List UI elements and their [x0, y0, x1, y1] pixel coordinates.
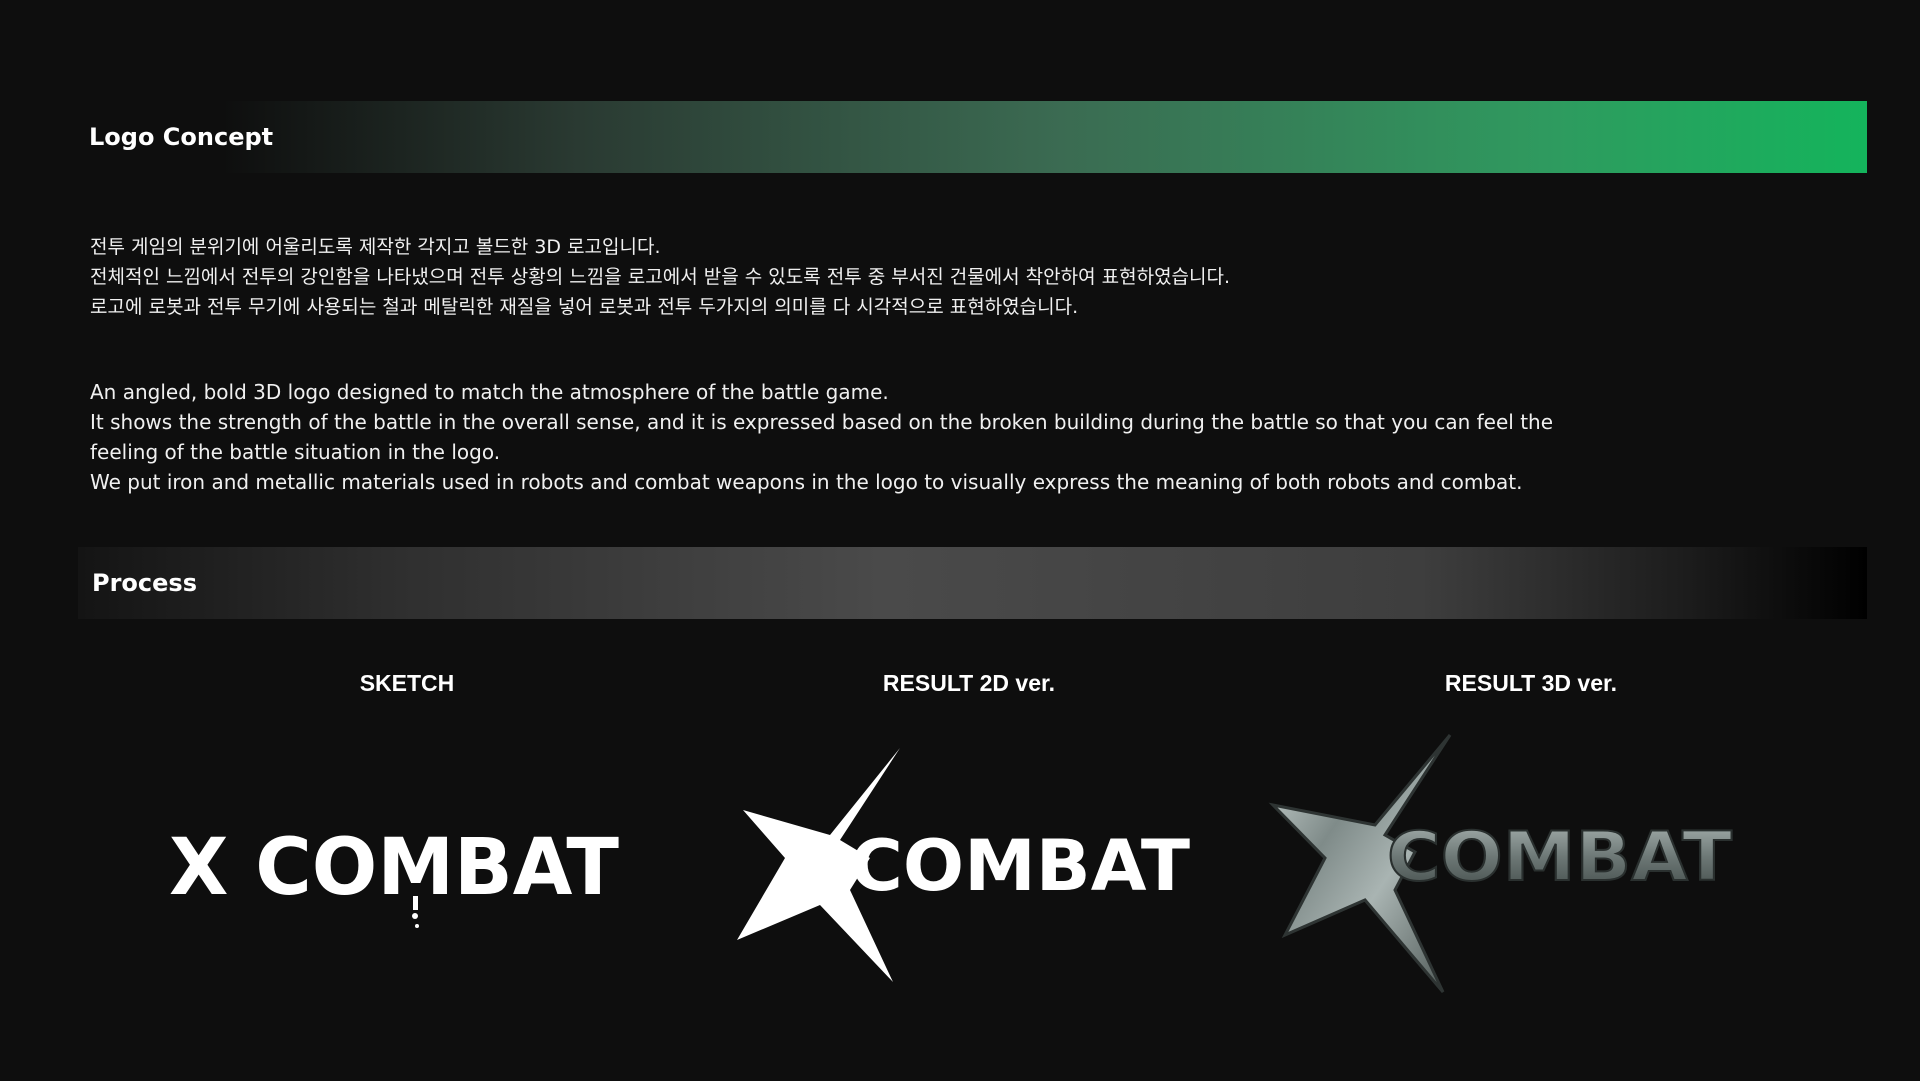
result-3d-logo-word: COMBAT — [1387, 818, 1733, 897]
result-3d-logo-svg: COMBAT — [1268, 734, 1734, 993]
result-3d-logo-image: COMBAT — [1265, 730, 1745, 1000]
result-2d-logo-word: COMBAT — [850, 825, 1190, 907]
english-line: It shows the strength of the battle in t… — [90, 410, 1554, 434]
result-3d-column: RESULT 3D ver. — [1271, 670, 1791, 697]
drip-mark — [413, 896, 418, 910]
sketch-label: SKETCH — [359, 670, 455, 696]
english-line: feeling of the battle situation in the l… — [90, 440, 501, 464]
drip-mark — [415, 924, 419, 928]
sketch-logo-image: X COMBAT — [165, 810, 625, 940]
sketch-logo-svg: X COMBAT — [169, 823, 619, 928]
result-2d-label: RESULT 2D ver. — [882, 670, 1056, 696]
korean-line: 전투 게임의 분위기에 어울리도록 제작한 각지고 볼드한 3D 로고입니다. — [90, 236, 661, 258]
english-line: An angled, bold 3D logo designed to matc… — [90, 380, 889, 404]
sketch-column: SKETCH — [147, 670, 667, 697]
result-2d-column: RESULT 2D ver. — [709, 670, 1229, 697]
english-description: An angled, bold 3D logo designed to matc… — [90, 377, 1630, 497]
drip-mark — [412, 913, 418, 919]
korean-line: 전체적인 느낌에서 전투의 강인함을 나타냈으며 전투 상황의 느낌을 로고에서… — [90, 266, 1231, 288]
korean-line: 로고에 로봇과 전투 무기에 사용되는 철과 메탈릭한 재질을 넣어 로봇과 전… — [90, 296, 1079, 318]
process-title: Process — [92, 569, 197, 597]
result-2d-logo-svg: COMBAT — [737, 748, 1190, 982]
result-2d-logo-image: COMBAT — [725, 740, 1195, 990]
result-3d-label: RESULT 3D ver. — [1444, 670, 1618, 696]
logo-concept-header: Logo Concept — [78, 101, 1867, 173]
logo-concept-title: Logo Concept — [89, 123, 274, 151]
sketch-logo-text: X COMBAT — [169, 823, 619, 913]
english-line: We put iron and metallic materials used … — [90, 470, 1523, 494]
process-header: Process — [78, 547, 1867, 619]
korean-description: 전투 게임의 분위기에 어울리도록 제작한 각지고 볼드한 3D 로고입니다. … — [90, 232, 1630, 322]
